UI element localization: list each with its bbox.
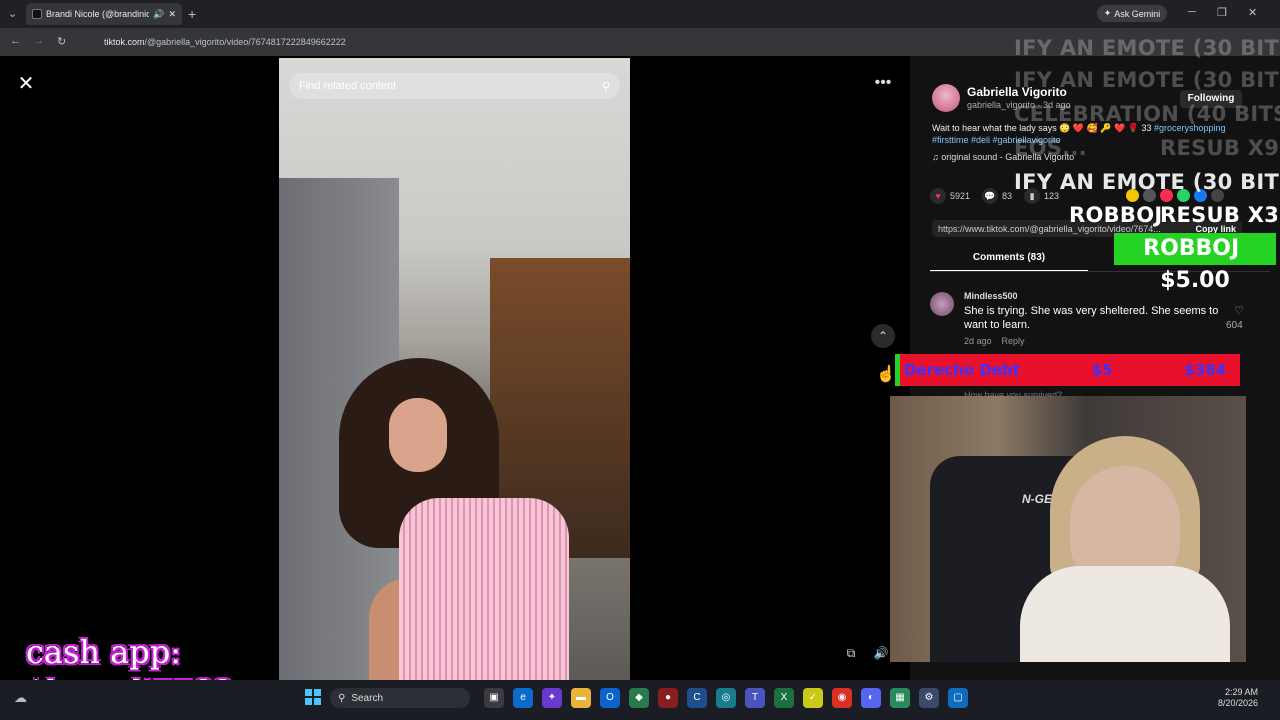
- discord-icon[interactable]: ◐: [861, 688, 881, 708]
- overlay-alert-line: IFY AN EMOTE (30 BITS): [1014, 36, 1280, 60]
- more-options-icon[interactable]: •••: [872, 74, 894, 96]
- comment-meta: 2d ago Reply: [964, 336, 1025, 346]
- debt-label: Derecho Debt: [904, 361, 1020, 379]
- app-icon-red[interactable]: ●: [658, 688, 678, 708]
- video-player[interactable]: [279, 58, 630, 680]
- app-icon-green[interactable]: ◆: [629, 688, 649, 708]
- comment-action[interactable]: 💬 83: [982, 188, 1012, 204]
- overlay-alert-line: IFY AN EMOTE (30 BITS): [1014, 170, 1280, 194]
- excel-icon[interactable]: X: [774, 688, 794, 708]
- app-icon-teal[interactable]: ◎: [716, 688, 736, 708]
- author-avatar[interactable]: [932, 84, 960, 112]
- overlay-alert-line: ROBBOJ: [1069, 203, 1163, 227]
- tab-search-chevron-icon[interactable]: ⌄: [8, 7, 17, 20]
- comment-username[interactable]: Mindless500: [964, 291, 1018, 301]
- overlay-alert-line: IFY AN EMOTE (30 BITS): [1014, 68, 1280, 92]
- donation-alert: ROBBOJ $5.00: [1114, 233, 1276, 293]
- outlook-icon[interactable]: O: [600, 688, 620, 708]
- tab-comments[interactable]: Comments (83): [930, 252, 1088, 272]
- chrome-icon[interactable]: ◉: [832, 688, 852, 708]
- cashapp-label: cash app:: [26, 633, 182, 671]
- overlay-alert-line: RESUB X31: [1160, 203, 1280, 227]
- comment-heart-icon[interactable]: ♡: [1230, 304, 1248, 317]
- previous-video-button[interactable]: ⌃: [871, 324, 895, 348]
- mini-player-icon[interactable]: ⧉: [842, 646, 860, 664]
- donation-alert-amount: $5.00: [1160, 268, 1230, 293]
- windows-start-icon[interactable]: [305, 689, 321, 705]
- taskbar-search-label: Search: [351, 692, 384, 704]
- video-frame-face: [389, 398, 447, 472]
- comment-icon[interactable]: 💬: [982, 188, 999, 204]
- heart-icon[interactable]: ♥: [930, 188, 946, 204]
- browser-tab[interactable]: Brandi Nicole (@brandinico 🔊 ✕: [26, 3, 182, 25]
- file-explorer-icon[interactable]: ▬: [571, 688, 591, 708]
- window-close-icon[interactable]: ✕: [1248, 6, 1257, 19]
- tiktok-favicon-icon: [32, 9, 42, 19]
- settings-gear-icon[interactable]: ⚙: [919, 688, 939, 708]
- tab-title: Brandi Nicole (@brandinico: [46, 9, 150, 19]
- tab-close-icon[interactable]: ✕: [168, 9, 176, 20]
- clock-date: 8/20/2026: [1218, 698, 1259, 708]
- related-search-placeholder: Find related content: [299, 80, 397, 92]
- app-icon-spreadsheet[interactable]: ▦: [890, 688, 910, 708]
- hand-cursor-icon: ☝: [876, 366, 896, 383]
- donation-alert-name: ROBBOJ: [1143, 236, 1240, 261]
- task-view-icon[interactable]: ▣: [484, 688, 504, 708]
- taskbar-apps: ▣ e ✦ ▬ O ◆ ● C ◎ T X ✓ ◉ ◐ ▦ ⚙ ▢: [484, 688, 968, 708]
- like-count: 5921: [950, 191, 971, 201]
- taskbar-search[interactable]: ⚲ Search: [330, 688, 470, 708]
- comment-count: 83: [1002, 191, 1013, 201]
- edge-icon[interactable]: e: [513, 688, 533, 708]
- url-domain: tiktok.com: [104, 37, 145, 47]
- overlay-alert-line: EOS...: [1014, 136, 1088, 160]
- speaker-icon[interactable]: 🔊: [153, 9, 164, 20]
- url-path: /@gabriella_vigorito/video/7674817222849…: [144, 37, 346, 47]
- teams-icon[interactable]: T: [745, 688, 765, 708]
- volume-icon[interactable]: 🔊: [872, 646, 890, 664]
- restore-icon[interactable]: ❐: [1217, 6, 1227, 19]
- related-search-input[interactable]: Find related content ⚲: [289, 73, 620, 99]
- search-icon[interactable]: ⚲: [602, 80, 610, 93]
- minimize-icon[interactable]: ─: [1188, 6, 1196, 18]
- ask-gemini-label: Ask Gemini: [1114, 8, 1161, 19]
- ask-gemini-button[interactable]: ✦ Ask Gemini: [1097, 5, 1167, 22]
- app-icon-window[interactable]: ▢: [948, 688, 968, 708]
- weather-icon[interactable]: ☁: [14, 690, 27, 706]
- comment-like-count: 604: [1226, 320, 1243, 331]
- comment-age: 2d ago: [964, 336, 992, 346]
- app-icon-c[interactable]: C: [687, 688, 707, 708]
- gemini-sparkle-icon: ✦: [1103, 8, 1112, 18]
- comment-reply-button[interactable]: Reply: [1002, 336, 1025, 346]
- reload-icon[interactable]: ↻: [57, 35, 66, 48]
- debt-tracker-bar: Derecho Debt $5 $384: [895, 354, 1240, 386]
- new-tab-icon[interactable]: +: [188, 6, 196, 22]
- debt-total: $384: [1184, 361, 1226, 379]
- copilot-icon[interactable]: ✦: [542, 688, 562, 708]
- debt-change: $5: [1091, 361, 1113, 379]
- overlay-alert-line: RESUB X91: [1160, 136, 1280, 160]
- url-field[interactable]: tiktok.com/@gabriella_vigorito/video/767…: [84, 33, 1004, 51]
- webcam-overlay: N-GEN: [890, 396, 1246, 662]
- close-video-button[interactable]: ✕: [15, 73, 37, 95]
- comment-text: She is trying. She was very sheltered. S…: [964, 305, 1219, 331]
- webcam-body: [1020, 566, 1230, 662]
- overlay-alert-line: CELEBRATION (40 BITS): [1014, 102, 1280, 126]
- clock-time: 2:29 AM: [1224, 687, 1258, 697]
- back-icon[interactable]: ←: [10, 35, 21, 47]
- taskbar-clock[interactable]: 2:29 AM 8/20/2026: [1218, 687, 1258, 709]
- checklist-icon[interactable]: ✓: [803, 688, 823, 708]
- like-action[interactable]: ♥ 5921: [930, 188, 970, 204]
- comment-avatar[interactable]: [930, 292, 954, 316]
- forward-icon[interactable]: →: [33, 35, 44, 47]
- video-frame-top: [399, 498, 569, 680]
- taskbar-search-icon: ⚲: [338, 692, 346, 704]
